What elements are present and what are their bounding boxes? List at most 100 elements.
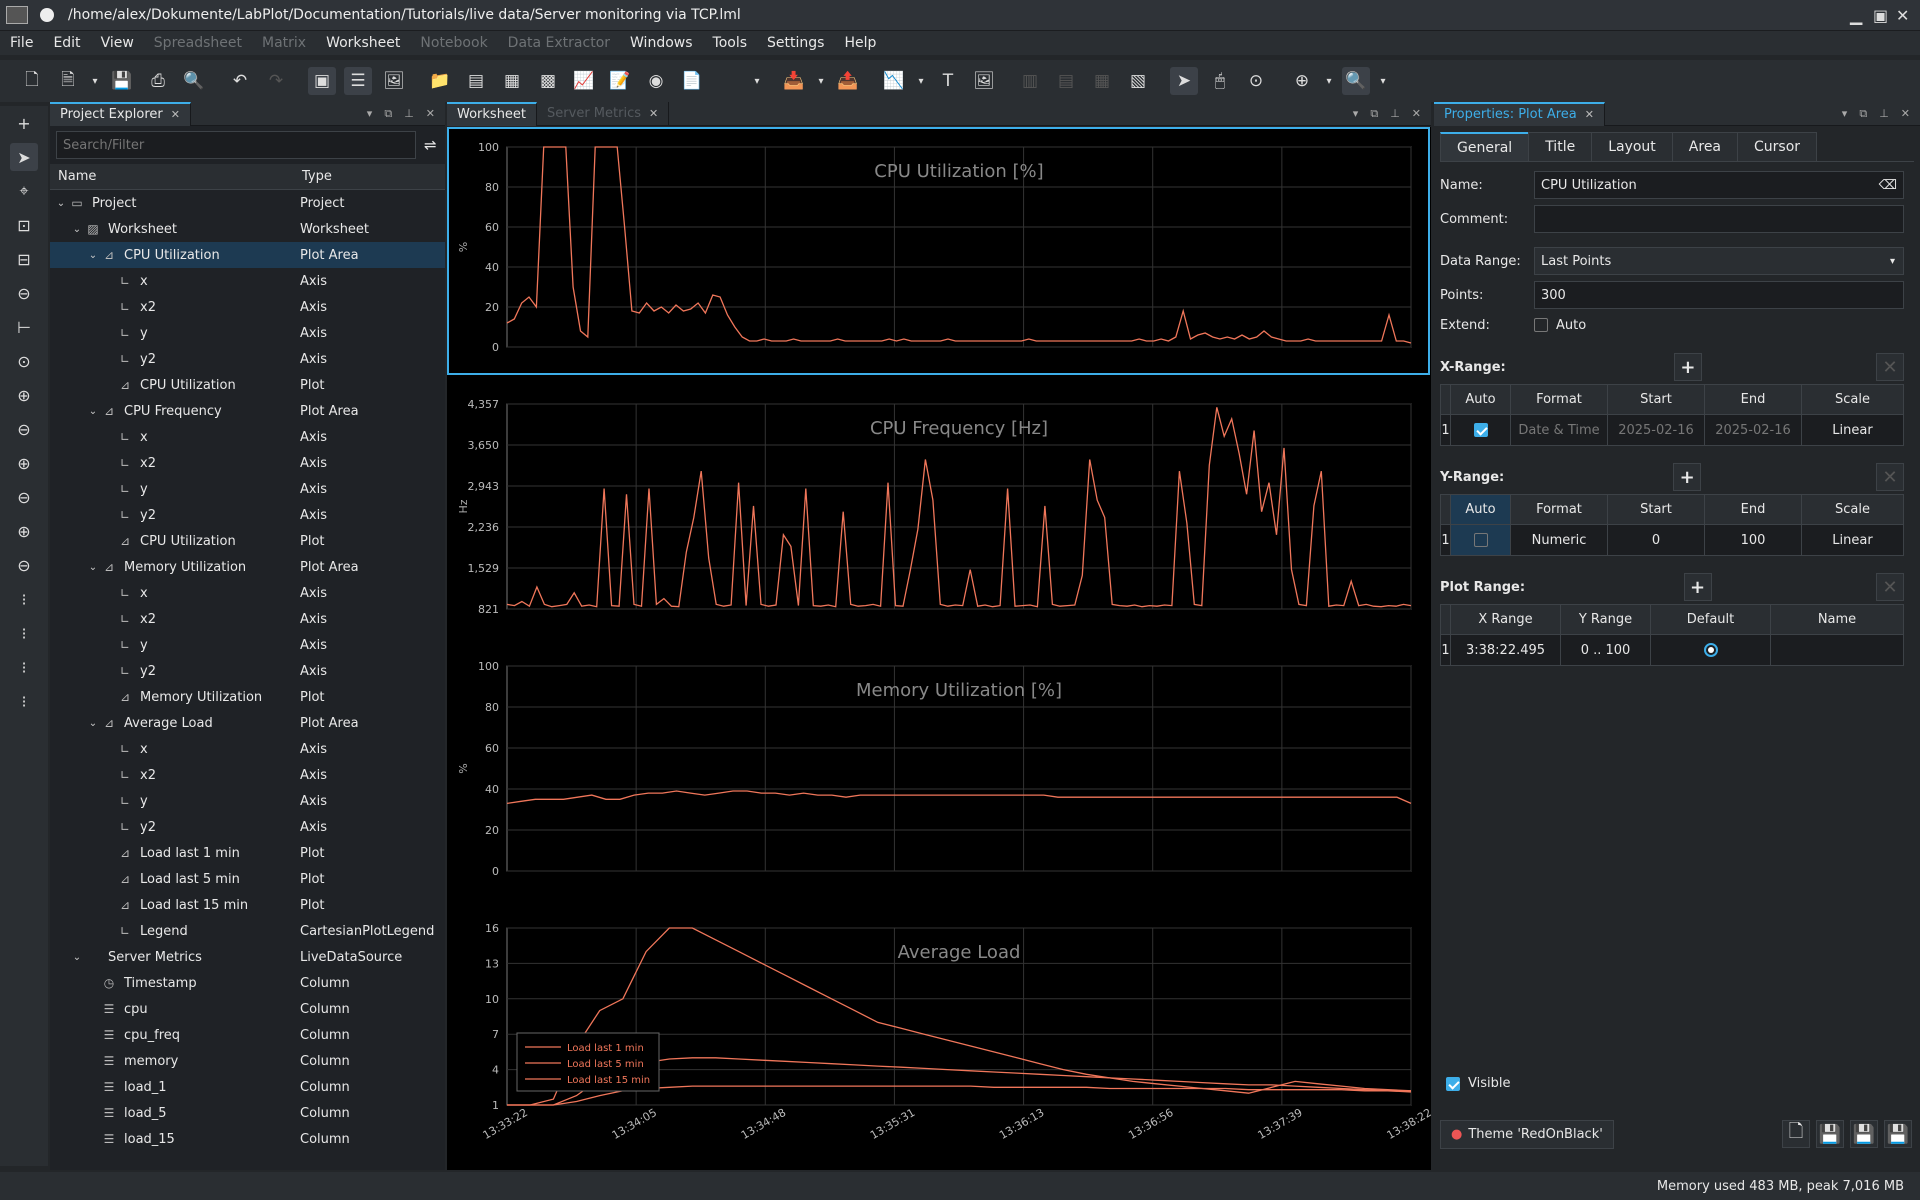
data-range-select[interactable]: Last Points ▾ (1534, 247, 1904, 275)
tree-item[interactable]: ∟ x Axis (50, 580, 445, 606)
new-folder-icon[interactable]: 📁 (426, 67, 454, 95)
tree-item[interactable]: ⌄ ▨ Worksheet Worksheet (50, 216, 445, 242)
comment-field[interactable] (1534, 205, 1904, 233)
pin-icon[interactable]: ⊥ (1390, 107, 1400, 121)
detach-icon[interactable]: ⧉ (384, 107, 392, 121)
tree-item[interactable]: ∟ y Axis (50, 632, 445, 658)
shift-down-icon[interactable]: ⁝ (10, 687, 38, 715)
chevron-down-icon[interactable]: ▾ (1376, 67, 1390, 95)
add-x-range-button[interactable]: + (1673, 353, 1702, 381)
expand-icon[interactable]: ⌄ (86, 250, 100, 261)
zoom-select-icon[interactable]: ⊙ (1242, 67, 1270, 95)
properties-toggle-icon[interactable]: ☰ (344, 67, 372, 95)
tree-item[interactable]: ∟ y2 Axis (50, 658, 445, 684)
new-template-icon[interactable]: 🗋 (1782, 1120, 1810, 1148)
crosshair-icon[interactable]: ⌖ (10, 177, 38, 205)
search-input[interactable] (56, 131, 416, 159)
navigation-mode-icon[interactable]: 🖱 (1206, 67, 1234, 95)
float-icon[interactable]: ▾ (1842, 107, 1848, 121)
close-icon[interactable]: ✕ (426, 107, 435, 121)
add-plot-range-button[interactable]: + (1683, 573, 1712, 601)
new-spreadsheet-icon[interactable]: ▦ (498, 67, 526, 95)
x-format-select[interactable]: Date & Time (1511, 415, 1608, 445)
tree-item[interactable]: ∟ x Axis (50, 268, 445, 294)
y-auto-checkbox[interactable] (1473, 533, 1488, 547)
axis-icon[interactable]: ⊢ (10, 313, 38, 341)
close-icon[interactable]: ✕ (1896, 6, 1909, 25)
new-icon[interactable]: 🗎 (54, 67, 82, 95)
new-matrix-icon[interactable]: ▩ (534, 67, 562, 95)
save-default-icon[interactable]: 💾 (1884, 1120, 1912, 1148)
tab-title[interactable]: Title (1528, 132, 1593, 161)
x-start-field[interactable]: 2025-02-16 (1608, 415, 1705, 445)
menu-settings[interactable]: Settings (757, 35, 834, 51)
x-auto-checkbox[interactable] (1473, 423, 1488, 437)
new-project-icon[interactable]: 🗋 (18, 67, 46, 95)
add-plot-icon[interactable]: 📉 (880, 67, 908, 95)
tree-item-column[interactable]: ☰ cpu Column (50, 996, 445, 1022)
expand-icon[interactable]: ⌄ (86, 718, 100, 729)
menu-edit[interactable]: Edit (43, 35, 90, 51)
expand-icon[interactable]: ⌄ (70, 224, 84, 235)
tree-item[interactable]: ⊿ CPU Utilization Plot (50, 528, 445, 554)
maximize-icon[interactable]: ▣ (1873, 6, 1888, 25)
menu-tools[interactable]: Tools (703, 35, 758, 51)
plot-range-name[interactable] (1771, 635, 1903, 665)
tree-item[interactable]: ∟ y Axis (50, 788, 445, 814)
worksheet-canvas[interactable]: 100 80 60 40 20 0 CPU Utilization [%]% 4,357 3,6… (447, 127, 1434, 1170)
print-icon[interactable]: ⎙ (144, 67, 172, 95)
text-label-icon[interactable]: T (934, 67, 962, 95)
zoom-fit-icon[interactable]: ⊙ (10, 347, 38, 375)
load-template-icon[interactable]: 💾 (1816, 1120, 1844, 1148)
export-icon[interactable]: 📤 (834, 67, 862, 95)
y-format-select[interactable]: Numeric (1511, 525, 1608, 555)
plot-range-x[interactable]: 3:38:22.495 (1451, 635, 1561, 665)
new-workbook-icon[interactable]: ▤ (462, 67, 490, 95)
x-end-field[interactable]: 2025-02-16 (1705, 415, 1802, 445)
worksheet-plots[interactable]: 100806040200CPU Utilization [%]%4,3573,6… (447, 127, 1434, 1170)
tree-item[interactable]: ∟ y2 Axis (50, 346, 445, 372)
tree-item[interactable]: ⌄ ▭ Project Project (50, 190, 445, 216)
redo-icon[interactable]: ↷ (262, 67, 290, 95)
tab-cursor[interactable]: Cursor (1737, 132, 1818, 161)
y-start-field[interactable]: 0 (1608, 525, 1705, 555)
zoom-out-icon[interactable]: ⊖ (10, 415, 38, 443)
add-image-icon[interactable]: 🖼 (970, 67, 998, 95)
tab-layout[interactable]: Layout (1591, 132, 1673, 161)
chevron-down-icon[interactable]: ▾ (814, 67, 828, 95)
layout-horizontal-icon[interactable]: ▤ (1052, 67, 1080, 95)
zoom-y-icon[interactable]: ⊖ (10, 279, 38, 307)
tab-area[interactable]: Area (1671, 132, 1739, 161)
tree-item[interactable]: ⌄ ⊿ CPU Utilization Plot Area (50, 242, 445, 268)
close-icon[interactable]: ✕ (649, 107, 658, 120)
tree-item[interactable]: ∟ x Axis (50, 424, 445, 450)
tree-item[interactable]: ⌄ ⊿ Memory Utilization Plot Area (50, 554, 445, 580)
zoom-x-icon[interactable]: ⊟ (10, 245, 38, 273)
remove-x-range-button[interactable]: ✕ (1876, 353, 1904, 381)
chevron-down-icon[interactable]: ▾ (88, 67, 102, 95)
tree-item-column[interactable]: ☰ memory Column (50, 1048, 445, 1074)
layout-vertical-icon[interactable]: ▥ (1016, 67, 1044, 95)
extend-auto-checkbox[interactable] (1534, 318, 1548, 332)
close-icon[interactable]: ✕ (1585, 108, 1594, 121)
y-end-field[interactable]: 100 (1705, 525, 1802, 555)
clear-icon[interactable]: ⌫ (1879, 178, 1897, 193)
layout-grid-icon[interactable]: ▦ (1088, 67, 1116, 95)
select-mode-icon[interactable]: ➤ (1170, 67, 1198, 95)
tree-item[interactable]: ⊿ Load last 5 min Plot (50, 866, 445, 892)
tree-item[interactable]: ⊿ Load last 1 min Plot (50, 840, 445, 866)
tree-item-column[interactable]: ☰ load_1 Column (50, 1074, 445, 1100)
menu-worksheet[interactable]: Worksheet (316, 35, 410, 51)
notebook-icon[interactable]: 📄 (678, 67, 706, 95)
tree-item[interactable]: ∟ x Axis (50, 736, 445, 762)
tab-general[interactable]: General (1440, 132, 1530, 161)
tree-item[interactable]: ∟ y2 Axis (50, 502, 445, 528)
undo-icon[interactable]: ↶ (226, 67, 254, 95)
menu-matrix[interactable]: Matrix (252, 35, 316, 51)
expand-icon[interactable]: ⌄ (86, 562, 100, 573)
save-template-icon[interactable]: 💾 (1850, 1120, 1878, 1148)
chevron-down-icon[interactable]: ▾ (1322, 67, 1336, 95)
zoom-out-x-icon[interactable]: ⊖ (10, 483, 38, 511)
detach-icon[interactable]: ⧉ (1370, 107, 1378, 121)
plot-range-y[interactable]: 0 .. 100 (1561, 635, 1651, 665)
